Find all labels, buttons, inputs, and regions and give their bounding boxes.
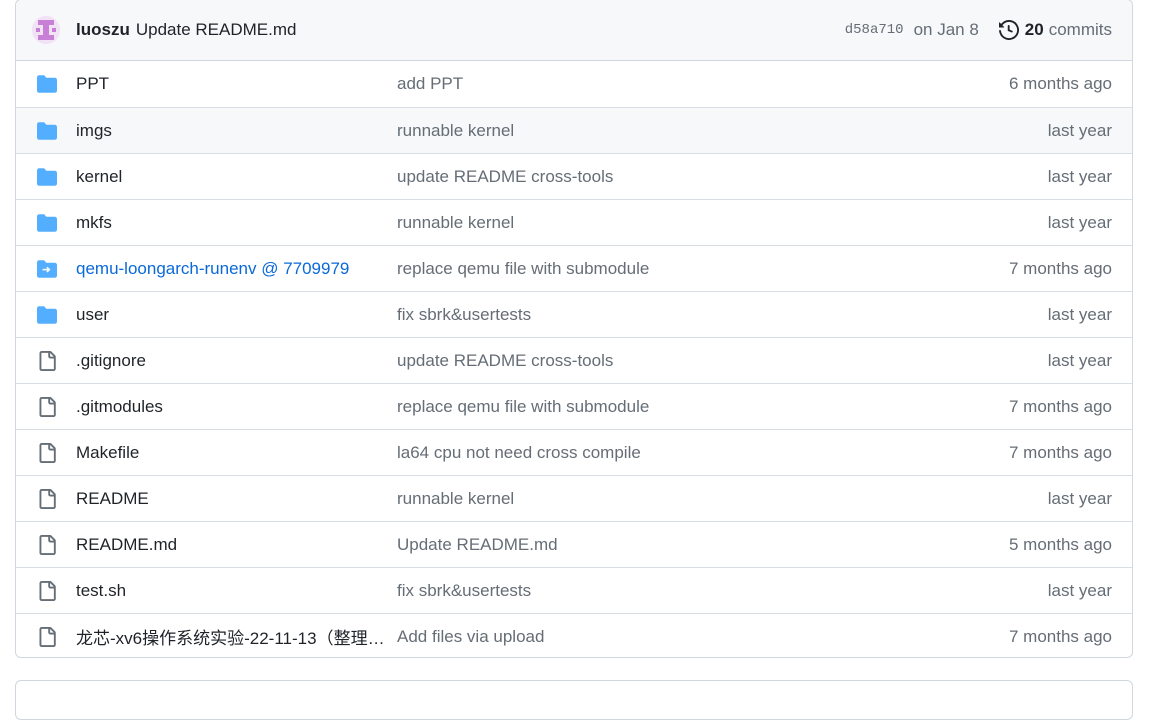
file-commit-message-link[interactable]: fix sbrk&usertests [397,581,932,601]
file-commit-message-link[interactable]: add PPT [397,74,932,94]
file-name-link[interactable]: kernel [76,167,397,187]
file-row[interactable]: user fix sbrk&usertests last year [16,291,1132,337]
file-row[interactable]: kernel update README cross-tools last year [16,153,1132,199]
file-commit-message-link[interactable]: replace qemu file with submodule [397,397,932,417]
file-name-link[interactable]: mkfs [76,213,397,233]
file-commit-message-link[interactable]: Add files via upload [397,627,932,647]
file-icon [16,626,76,647]
file-row[interactable]: qemu-loongarch-runenv @ 7709979 replace q… [16,245,1132,291]
identicon-icon [32,16,60,44]
file-commit-age: 7 months ago [1008,396,1112,416]
file-row[interactable]: PPT add PPT 6 months ago [16,61,1132,107]
folder-icon [16,74,76,94]
file-row[interactable]: test.sh fix sbrk&usertests last year [16,567,1132,613]
commits-history-link[interactable]: 20 commits [998,20,1112,40]
file-name-link[interactable]: Makefile [76,443,397,463]
file-commit-message-link[interactable]: replace qemu file with submodule [397,259,932,279]
file-icon [16,396,76,417]
file-icon [16,580,76,601]
file-commit-age: 7 months ago [1008,258,1112,278]
file-icon [16,534,76,555]
latest-commit-bar: luoszu Update README.md d58a710 on Jan 8… [16,0,1132,61]
file-row[interactable]: .gitmodules replace qemu file with submod… [16,383,1132,429]
file-commit-age: last year [1047,488,1112,508]
commit-sha[interactable]: d58a710 [845,22,904,38]
file-row[interactable]: Makefile la64 cpu not need cross compile 7… [16,429,1132,475]
file-row[interactable]: README runnable kernel last year [16,475,1132,521]
file-commit-age: 7 months ago [1008,442,1112,462]
file-row[interactable]: .gitignore update README cross-tools last … [16,337,1132,383]
submodule-folder-icon [16,259,76,279]
readme-box [15,680,1133,720]
file-name-link[interactable]: .gitignore [76,351,397,371]
history-icon [998,20,1019,40]
file-commit-age: last year [1047,212,1112,232]
file-commit-message-link[interactable]: update README cross-tools [397,351,932,371]
folder-icon [16,213,76,233]
file-commit-message-link[interactable]: update README cross-tools [397,167,932,187]
file-name-link[interactable]: .gitmodules [76,397,397,417]
file-commit-age: last year [1047,580,1112,600]
file-name-link[interactable]: 龙芯-xv6操作系统实验-22-11-13（整理版）.pdf [76,624,397,649]
file-commit-message-link[interactable]: runnable kernel [397,489,932,509]
commits-count: 20 [1024,20,1044,39]
file-name-link[interactable]: user [76,305,397,325]
commit-date: on Jan 8 [913,20,979,39]
file-name-link[interactable]: test.sh [76,581,397,601]
file-commit-age: last year [1047,304,1112,324]
commit-message[interactable]: Update README.md [136,20,297,40]
file-row[interactable]: README.md Update README.md 5 months ago [16,521,1132,567]
file-row[interactable]: mkfs runnable kernel last year [16,199,1132,245]
file-commit-message-link[interactable]: runnable kernel [397,121,932,141]
folder-icon [16,305,76,325]
file-commit-message-link[interactable]: la64 cpu not need cross compile [397,443,932,463]
file-browser: luoszu Update README.md d58a710 on Jan 8… [15,0,1133,658]
commits-label: commits [1048,20,1112,39]
file-name-link[interactable]: README [76,489,397,509]
file-commit-message-link[interactable]: runnable kernel [397,213,932,233]
file-commit-message-link[interactable]: Update README.md [397,535,932,555]
file-list: PPT add PPT 6 months ago imgs runnable kerne… [16,61,1132,657]
file-icon [16,350,76,371]
file-commit-age: last year [1047,166,1112,186]
file-row[interactable]: 龙芯-xv6操作系统实验-22-11-13（整理版）.pdf Add files … [16,613,1132,657]
avatar[interactable] [32,16,60,44]
file-commit-age: 6 months ago [1008,74,1112,93]
file-commit-age: last year [1047,350,1112,370]
file-icon [16,488,76,509]
file-name-link[interactable]: PPT [76,74,397,94]
folder-icon [16,121,76,141]
file-name-link[interactable]: imgs [76,121,397,141]
file-row[interactable]: imgs runnable kernel last year [16,107,1132,153]
file-commit-age: last year [1047,120,1112,140]
commit-author[interactable]: luoszu [76,20,130,40]
file-name-link[interactable]: README.md [76,535,397,555]
folder-icon [16,167,76,187]
file-commit-age: 5 months ago [1008,534,1112,554]
file-icon [16,442,76,463]
file-name-link[interactable]: qemu-loongarch-runenv @ 7709979 [76,259,397,279]
file-commit-message-link[interactable]: fix sbrk&usertests [397,305,932,325]
file-commit-age: 7 months ago [1008,626,1112,646]
